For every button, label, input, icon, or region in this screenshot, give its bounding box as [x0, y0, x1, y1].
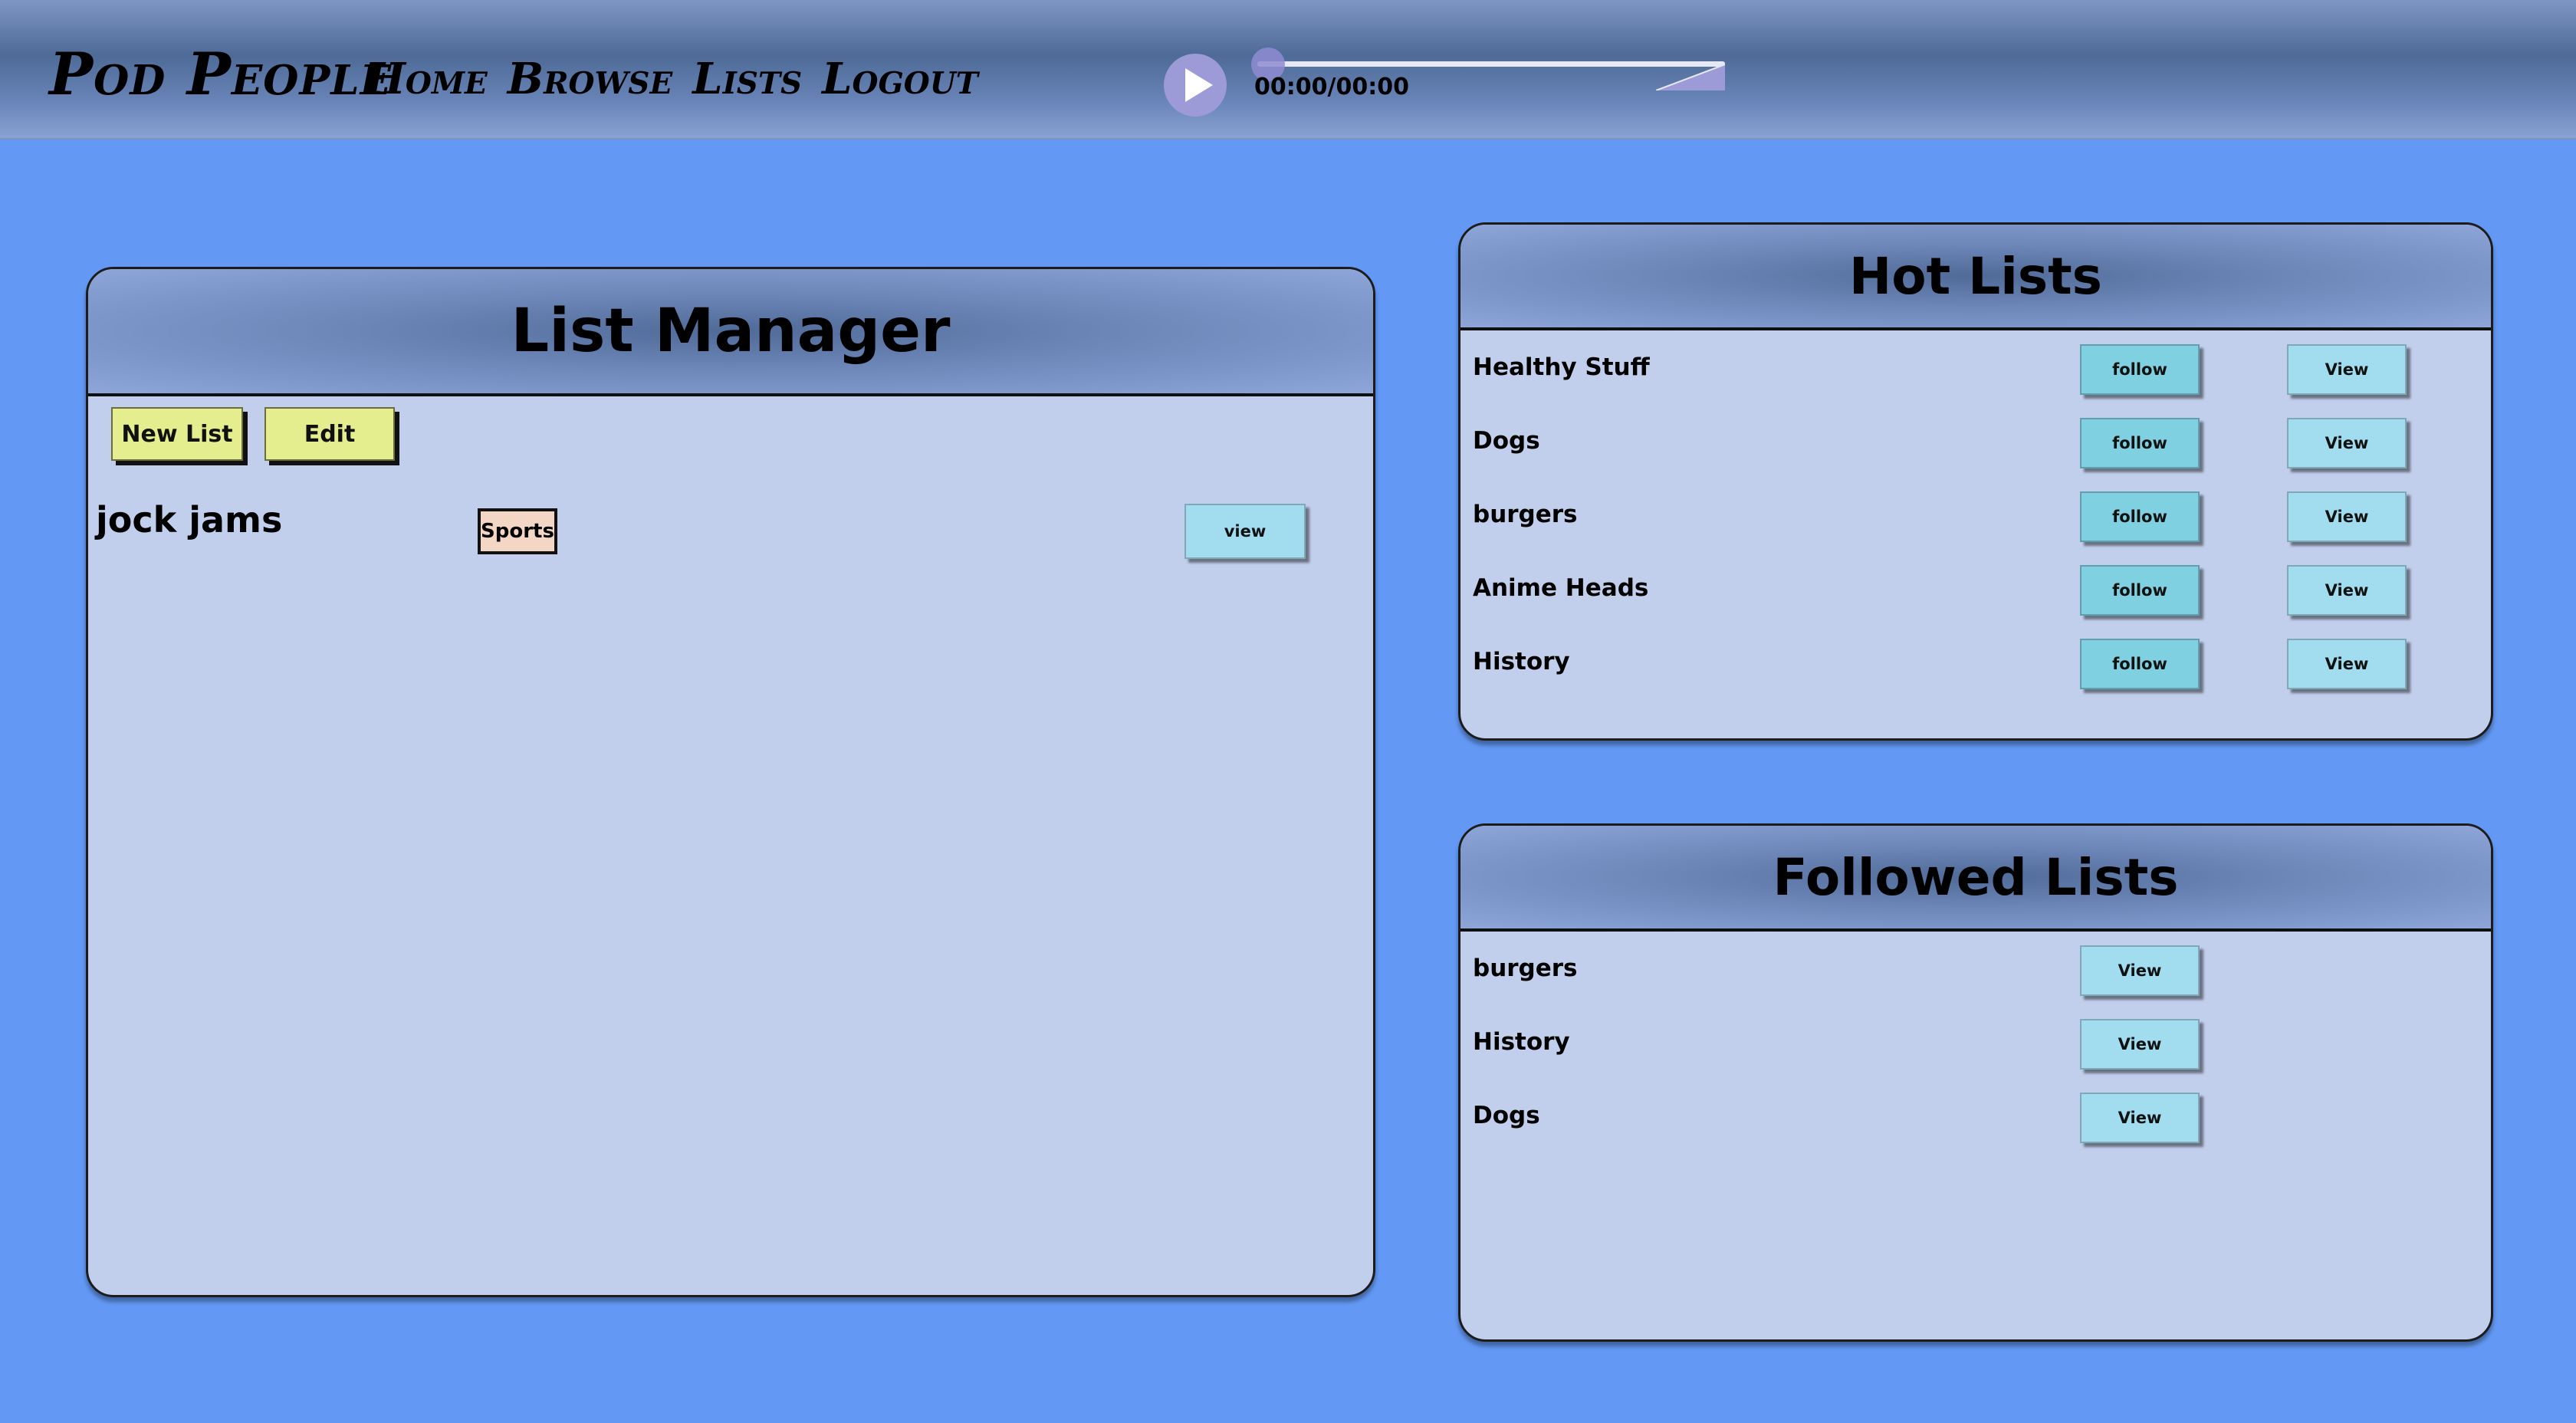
followed-lists-panel: Followed Lists burgers View History View…	[1458, 823, 2493, 1342]
follow-button[interactable]: follow	[2080, 344, 2200, 395]
followed-lists-rows: burgers View History View Dogs View	[1460, 941, 2491, 1162]
new-list-button[interactable]: New List	[111, 407, 243, 461]
view-button[interactable]: View	[2287, 491, 2407, 542]
hot-list-row: burgers follow View	[1460, 487, 2491, 560]
follow-button[interactable]: follow	[2080, 565, 2200, 616]
hot-list-name: Anime Heads	[1473, 574, 1649, 602]
hot-lists-panel: Hot Lists Healthy Stuff follow View Dogs…	[1458, 222, 2493, 741]
follow-button[interactable]: follow	[2080, 639, 2200, 689]
followed-list-name: Dogs	[1473, 1102, 1540, 1129]
view-button[interactable]: View	[2287, 344, 2407, 395]
hot-list-row: Healthy Stuff follow View	[1460, 340, 2491, 413]
time-readout: 00:00/00:00	[1254, 74, 1409, 100]
seek-bar[interactable]	[1257, 61, 1725, 67]
view-button[interactable]: View	[2080, 1019, 2200, 1070]
followed-list-row: burgers View	[1460, 941, 2491, 1014]
followed-lists-header: Followed Lists	[1460, 826, 2491, 932]
follow-button[interactable]: follow	[2080, 491, 2200, 542]
my-list-view-button[interactable]: view	[1184, 504, 1306, 559]
hot-list-name: History	[1473, 648, 1570, 675]
follow-button[interactable]: follow	[2080, 418, 2200, 468]
hot-list-name: Healthy Stuff	[1473, 353, 1650, 381]
volume-slider[interactable]	[1656, 64, 1725, 90]
view-button[interactable]: View	[2080, 945, 2200, 996]
view-button[interactable]: View	[2287, 639, 2407, 689]
hot-list-row: History follow View	[1460, 634, 2491, 708]
hot-lists-rows: Healthy Stuff follow View Dogs follow Vi…	[1460, 340, 2491, 708]
view-button[interactable]: View	[2287, 418, 2407, 468]
list-manager-panel: List Manager New List Edit jock jams Spo…	[86, 267, 1375, 1297]
main-nav: Home Browse Lists Logout	[365, 54, 978, 104]
list-tag-badge: Sports	[478, 508, 557, 554]
hot-list-row: Dogs follow View	[1460, 413, 2491, 487]
my-list-name: jock jams	[96, 499, 283, 541]
top-header: Pod People Home Browse Lists Logout 00:0…	[0, 0, 2576, 140]
followed-list-name: History	[1473, 1028, 1570, 1056]
hot-lists-title: Hot Lists	[1849, 246, 2102, 306]
play-button[interactable]	[1164, 54, 1227, 117]
nav-logout[interactable]: Logout	[822, 54, 978, 104]
hot-list-row: Anime Heads follow View	[1460, 560, 2491, 634]
followed-list-name: burgers	[1473, 955, 1578, 982]
brand-logo[interactable]: Pod People	[49, 40, 392, 108]
play-icon	[1185, 68, 1213, 102]
followed-list-row: Dogs View	[1460, 1088, 2491, 1162]
view-button[interactable]: View	[2080, 1093, 2200, 1143]
view-button[interactable]: View	[2287, 565, 2407, 616]
nav-lists[interactable]: Lists	[692, 54, 802, 104]
followed-list-row: History View	[1460, 1014, 2491, 1088]
hot-list-name: burgers	[1473, 501, 1578, 528]
edit-button[interactable]: Edit	[264, 407, 395, 461]
list-manager-title: List Manager	[511, 297, 951, 366]
followed-lists-title: Followed Lists	[1773, 847, 2179, 907]
hot-lists-header: Hot Lists	[1460, 225, 2491, 330]
nav-browse[interactable]: Browse	[508, 54, 672, 104]
list-manager-header: List Manager	[88, 269, 1373, 396]
nav-home[interactable]: Home	[365, 54, 488, 104]
hot-list-name: Dogs	[1473, 427, 1540, 455]
